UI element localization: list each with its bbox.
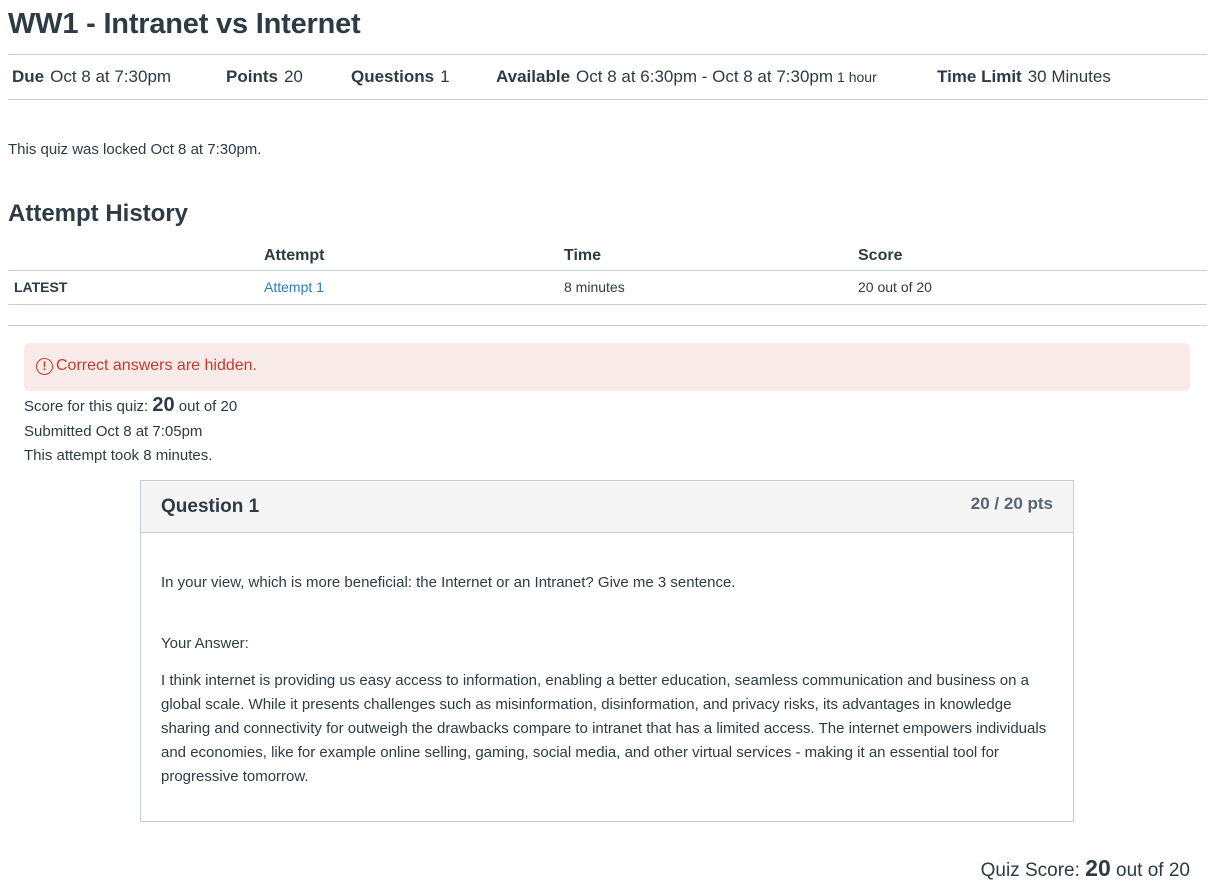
due-label: Due <box>12 67 45 86</box>
page-title: WW1 - Intranet vs Internet <box>8 8 361 40</box>
section-divider <box>8 325 1207 326</box>
question-points: 20 / 20 pts <box>970 494 1053 513</box>
quiz-score-value: 20 <box>1085 855 1111 881</box>
column-header-time: Time <box>564 247 602 264</box>
quiz-score-footer: Quiz Score: 20 out of 20 <box>981 855 1190 882</box>
attempt-1-link[interactable]: Attempt 1 <box>264 279 324 295</box>
time-cell: 8 minutes <box>564 279 625 295</box>
quiz-score-summary: Score for this quiz: 20 out of 20 <box>24 394 237 417</box>
time-limit-label: Time Limit <box>937 67 1022 86</box>
column-header-attempt: Attempt <box>264 247 325 264</box>
available-value: Oct 8 at 6:30pm - Oct 8 at 7:30pm <box>576 67 834 86</box>
submitted-time: Submitted Oct 8 at 7:05pm <box>24 423 203 440</box>
points-label: Points <box>226 67 278 86</box>
questions-label: Questions <box>351 67 435 86</box>
score-value: 20 <box>152 394 175 416</box>
table-header-row: Attempt Time Score <box>8 240 1207 271</box>
quiz-score-prefix: Quiz Score: <box>980 860 1086 881</box>
attempt-history-heading: Attempt History <box>8 200 189 227</box>
locked-message: This quiz was locked Oct 8 at 7:30pm. <box>8 141 262 158</box>
attempt-duration: This attempt took 8 minutes. <box>24 447 213 464</box>
points: Points 20 <box>226 67 303 87</box>
time-limit-value: 30 Minutes <box>1027 67 1111 86</box>
answer-text: I think internet is providing us easy ac… <box>161 672 1047 785</box>
warning-circle-icon: ! <box>36 358 53 375</box>
due-value: Oct 8 at 7:30pm <box>50 67 172 86</box>
quiz-score-suffix: out of 20 <box>1110 860 1190 881</box>
hidden-answers-alert: ! Correct answers are hidden. <box>24 343 1190 391</box>
attempt-cell: Attempt 1 <box>264 279 324 295</box>
attempt-history-table: Attempt Time Score LATEST Attempt 1 8 mi… <box>8 240 1207 305</box>
answer-label: Your Answer: <box>161 635 249 652</box>
available-label: Available <box>496 67 571 86</box>
alert-text: Correct answers are hidden. <box>56 357 257 374</box>
available-duration: 1 hour <box>837 69 877 85</box>
points-value: 20 <box>283 67 303 86</box>
questions-value: 1 <box>440 67 450 86</box>
quiz-details-bar: Due Oct 8 at 7:30pm Points 20 Questions 1 A… <box>8 54 1207 100</box>
score-cell: 20 out of 20 <box>858 279 932 295</box>
question-prompt: In your view, which is more beneficial: … <box>161 574 736 591</box>
question-title: Question 1 <box>161 496 260 517</box>
time-limit: Time Limit 30 Minutes <box>937 67 1111 87</box>
due-date: Due Oct 8 at 7:30pm <box>12 67 171 87</box>
latest-tag: LATEST <box>14 279 68 295</box>
question-header: Question 1 20 / 20 pts <box>141 481 1073 533</box>
column-header-score: Score <box>858 247 903 264</box>
questions-count: Questions 1 <box>351 67 450 87</box>
score-suffix: out of 20 <box>174 398 238 415</box>
availability: Available Oct 8 at 6:30pm - Oct 8 at 7:30… <box>496 67 877 87</box>
score-prefix: Score for this quiz: <box>24 398 153 415</box>
question-card: Question 1 20 / 20 pts In your view, whi… <box>140 480 1074 822</box>
table-row: LATEST Attempt 1 8 minutes 20 out of 20 <box>8 271 1207 305</box>
